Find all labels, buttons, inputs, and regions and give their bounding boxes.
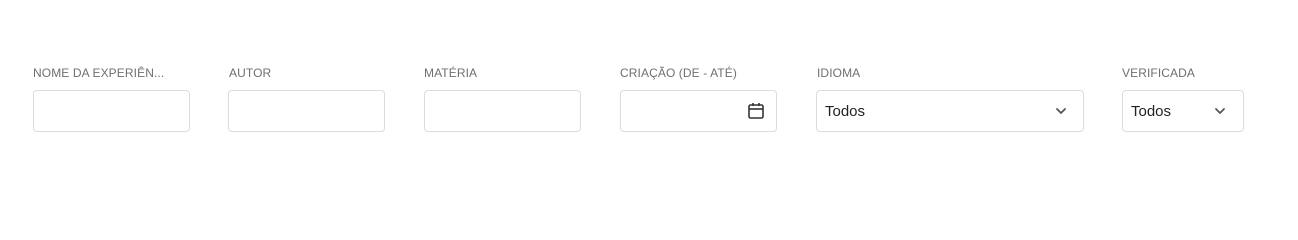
- verified-selected-value: Todos: [1131, 103, 1172, 120]
- experience-name-label: NOME DA EXPERIÊN...: [33, 66, 165, 80]
- chevron-down-icon: [1056, 108, 1066, 114]
- language-selected-value: Todos: [825, 103, 866, 120]
- calendar-icon[interactable]: [746, 101, 766, 121]
- author-label: AUTOR: [229, 66, 272, 80]
- verified-select[interactable]: Todos: [1122, 90, 1244, 132]
- filters-bar: NOME DA EXPERIÊN... AUTOR MATÉRIA CRIAÇÃ…: [18, 0, 1298, 150]
- subject-label: MATÉRIA: [424, 66, 478, 80]
- verified-label: VERIFICADA: [1122, 66, 1196, 80]
- chevron-down-icon: [1215, 108, 1225, 114]
- subject-input[interactable]: [424, 90, 581, 132]
- language-select[interactable]: Todos: [816, 90, 1084, 132]
- author-input[interactable]: [228, 90, 385, 132]
- language-label: IDIOMA: [817, 66, 861, 80]
- creation-date-label: CRIAÇÃO (DE - ATÉ): [620, 66, 737, 80]
- experience-name-input[interactable]: [33, 90, 190, 132]
- creation-date-input[interactable]: [620, 90, 777, 132]
